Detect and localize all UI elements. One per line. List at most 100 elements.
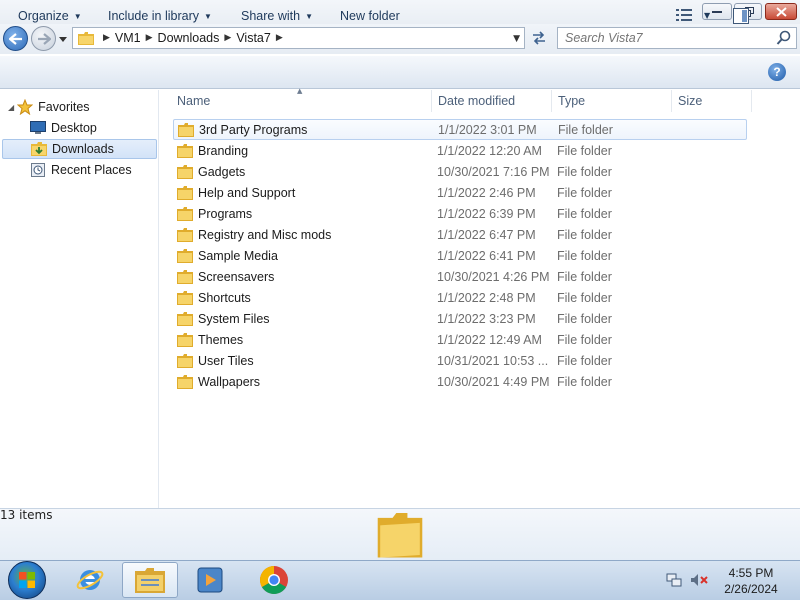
preview-pane-icon[interactable] — [733, 8, 749, 24]
table-row[interactable]: Screensavers 10/30/2021 4:26 PM File folde… — [173, 266, 747, 287]
breadcrumb-separator-icon[interactable]: ▶ — [224, 33, 231, 43]
table-row[interactable]: Registry and Misc mods 1/1/2022 6:47 PM Fi… — [173, 224, 747, 245]
file-type: File folder — [557, 353, 612, 368]
table-row[interactable]: System Files 1/1/2022 3:23 PM File folder — [173, 308, 747, 329]
favorites-label: Favorites — [38, 100, 90, 114]
file-name: Gadgets — [198, 164, 246, 179]
search-box[interactable] — [557, 27, 797, 49]
file-type: File folder — [557, 143, 612, 158]
column-header-name[interactable]: Name — [171, 90, 432, 112]
help-icon[interactable]: ? — [768, 63, 786, 81]
column-header-date-modified[interactable]: Date modified — [432, 90, 552, 112]
collapse-triangle-icon[interactable]: ◢ — [8, 103, 14, 112]
back-button[interactable] — [3, 26, 28, 51]
back-arrow-icon — [8, 32, 22, 45]
taskbar-windows-explorer[interactable] — [122, 562, 178, 598]
new-folder-button[interactable]: New folder — [340, 9, 400, 23]
taskbar-chrome[interactable] — [246, 562, 302, 598]
breadcrumb-separator-icon[interactable]: ▶ — [276, 33, 283, 43]
media-center-icon — [197, 567, 223, 593]
new-folder-label: New folder — [340, 9, 400, 23]
taskbar-media-center[interactable] — [182, 562, 238, 598]
file-type: File folder — [557, 332, 612, 347]
breadcrumb-downloads[interactable]: Downloads — [158, 31, 220, 45]
breadcrumb-separator-icon[interactable]: ▶ — [146, 33, 153, 43]
file-name: Help and Support — [198, 185, 296, 200]
table-row[interactable]: Wallpapers 10/30/2021 4:49 PM File folder — [173, 371, 747, 392]
address-history-dropdown-icon[interactable]: ▼ — [513, 34, 520, 44]
table-row[interactable]: Gadgets 10/30/2021 7:16 PM File folder — [173, 161, 747, 182]
address-bar[interactable]: ▶ VM1 ▶ Downloads ▶ Vista7 ▶ ▼ — [72, 27, 525, 49]
search-icon[interactable] — [776, 30, 792, 46]
file-date-modified: 10/30/2021 4:49 PM — [437, 374, 550, 389]
file-type: File folder — [557, 164, 612, 179]
table-row[interactable]: Shortcuts 1/1/2022 2:48 PM File folder — [173, 287, 747, 308]
refresh-icon — [533, 31, 545, 45]
organize-button[interactable]: Organize ▼ — [18, 9, 82, 23]
volume-muted-icon[interactable] — [690, 572, 708, 588]
chevron-down-icon: ▼ — [305, 11, 313, 21]
table-row[interactable]: Themes 1/1/2022 12:49 AM File folder — [173, 329, 747, 350]
folder-icon — [177, 311, 193, 326]
close-button[interactable] — [765, 3, 797, 20]
item-count: 13 items — [0, 508, 53, 522]
table-row[interactable]: Branding 1/1/2022 12:20 AM File folder — [173, 140, 747, 161]
search-input[interactable] — [565, 31, 776, 45]
file-date-modified: 1/1/2022 6:41 PM — [437, 248, 536, 263]
share-with-label: Share with — [241, 9, 301, 23]
breadcrumb-separator-icon[interactable]: ▶ — [103, 33, 110, 43]
file-name: User Tiles — [198, 353, 254, 368]
file-date-modified: 10/30/2021 4:26 PM — [437, 269, 550, 284]
file-name: Sample Media — [198, 248, 278, 263]
file-name: Programs — [198, 206, 253, 221]
file-date-modified: 10/30/2021 7:16 PM — [437, 164, 550, 179]
details-view-icon — [676, 9, 692, 21]
include-in-library-button[interactable]: Include in library ▼ — [108, 9, 212, 23]
file-date-modified: 1/1/2022 3:23 PM — [437, 311, 536, 326]
folder-icon — [177, 332, 193, 347]
sidebar-item-desktop[interactable]: Desktop — [30, 118, 97, 138]
file-type: File folder — [557, 290, 612, 305]
change-view-button[interactable]: ▼ — [676, 8, 710, 22]
table-row[interactable]: Sample Media 1/1/2022 6:41 PM File folder — [173, 245, 747, 266]
breadcrumb-vista7[interactable]: Vista7 — [236, 31, 271, 45]
sidebar-item-recent-places[interactable]: Recent Places — [30, 160, 132, 180]
file-name: Shortcuts — [198, 290, 251, 305]
file-type: File folder — [557, 311, 612, 326]
share-with-button[interactable]: Share with ▼ — [241, 9, 313, 23]
breadcrumb-vm1[interactable]: VM1 — [115, 31, 141, 45]
folder-icon — [177, 353, 193, 368]
recent-places-icon — [30, 162, 46, 178]
taskbar-internet-explorer[interactable] — [62, 562, 118, 598]
table-row[interactable]: Help and Support 1/1/2022 2:46 PM File fol… — [173, 182, 747, 203]
clock-time: 4:55 PM — [728, 566, 774, 580]
sidebar-item-label: Downloads — [52, 142, 114, 156]
recent-pages-dropdown[interactable] — [58, 34, 68, 44]
file-type: File folder — [557, 269, 612, 284]
start-button[interactable] — [8, 561, 46, 599]
column-header-size[interactable]: Size — [672, 90, 752, 112]
folder-icon — [177, 290, 193, 305]
file-type: File folder — [557, 185, 612, 200]
forward-button[interactable] — [31, 26, 56, 51]
minimize-icon — [712, 10, 722, 13]
column-header-type[interactable]: Type — [552, 90, 672, 112]
internet-explorer-icon — [76, 570, 104, 590]
chevron-down-icon: ▼ — [73, 11, 82, 21]
sidebar-item-downloads[interactable]: Downloads — [2, 139, 157, 159]
network-icon[interactable] — [666, 572, 682, 588]
table-row[interactable]: Programs 1/1/2022 6:39 PM File folder — [173, 203, 747, 224]
file-date-modified: 1/1/2022 12:49 AM — [437, 332, 542, 347]
favorites-group[interactable]: ◢ Favorites — [8, 97, 90, 117]
refresh-button[interactable] — [528, 27, 550, 49]
chevron-down-icon: ▼ — [204, 11, 212, 21]
table-row[interactable]: 3rd Party Programs 1/1/2022 3:01 PM File f… — [173, 119, 747, 140]
chevron-down-icon — [59, 36, 67, 42]
table-row[interactable]: User Tiles 10/31/2021 10:53 ... File folde… — [173, 350, 747, 371]
sidebar-item-label: Desktop — [51, 121, 97, 135]
system-clock[interactable]: 4:55 PM 2/26/2024 — [716, 565, 786, 597]
folder-icon — [177, 227, 193, 242]
file-type: File folder — [557, 374, 612, 389]
file-type: File folder — [557, 248, 612, 263]
include-in-library-label: Include in library — [108, 9, 200, 23]
